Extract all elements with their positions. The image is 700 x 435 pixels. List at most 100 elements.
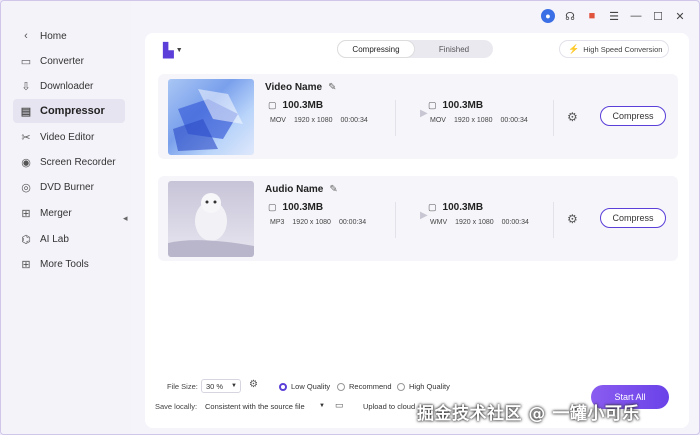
target-info: ▢ 100.3MB WMV 1920 x 1080 00:00:34	[428, 202, 554, 238]
target-size: 100.3MB	[442, 202, 484, 213]
headset-icon[interactable]: ☊	[559, 8, 581, 24]
target-resolution: 1920 x 1080	[455, 219, 494, 226]
radio-button	[337, 382, 345, 391]
collapse-sidebar-icon[interactable]: ◂	[123, 213, 128, 224]
lightning-icon: ⚡	[568, 43, 580, 54]
source-format: MOV	[270, 117, 286, 124]
sidebar-item-screen-recorder[interactable]: ◉ Screen Recorder	[13, 150, 125, 174]
tab-compressing[interactable]: Compressing	[337, 40, 415, 58]
sidebar-item-label: AI Lab	[40, 233, 69, 245]
source-resolution: 1920 x 1080	[292, 219, 331, 226]
sidebar-item-label: More Tools	[40, 258, 89, 270]
source-info: ▢ 100.3MB MOV 1920 x 1080 00:00:34	[268, 100, 396, 136]
upload-to-cloud-label[interactable]: Upload to cloud	[363, 402, 415, 411]
source-duration: 00:00:34	[338, 219, 367, 226]
target-format: WMV	[430, 219, 448, 226]
file-card: Audio Name ✎ ▢ 100.3MB MP3 1920 x 1080 00…	[158, 176, 678, 261]
menu-icon[interactable]: ☰	[603, 8, 625, 24]
radio-high-quality[interactable]: High Quality	[397, 382, 450, 391]
dvd-icon: ◎	[21, 181, 31, 194]
ai-lab-icon: ⌬	[21, 233, 31, 246]
screen-recorder-icon: ◉	[21, 156, 31, 169]
compress-button[interactable]: Compress	[600, 208, 666, 228]
file-settings-icon[interactable]: ⚙	[567, 212, 578, 226]
audio-thumbnail	[168, 181, 254, 257]
file-name: Video Name ✎	[265, 82, 336, 93]
more-tools-icon: ⊞	[21, 258, 31, 271]
source-info: ▢ 100.3MB MP3 1920 x 1080 00:00:34	[268, 202, 396, 238]
sidebar-item-merger[interactable]: ⊞ Merger	[13, 201, 125, 225]
high-speed-conversion-toggle[interactable]: ⚡ High Speed Conversion	[559, 40, 669, 58]
folder-icon: ▢	[428, 100, 437, 110]
source-resolution: 1920 x 1080	[293, 117, 333, 124]
sidebar-item-downloader[interactable]: ⇩ Downloader	[13, 74, 125, 98]
file-name: Audio Name ✎	[265, 184, 338, 195]
chevron-down-icon: ▼	[175, 46, 183, 54]
target-format: MOV	[430, 117, 446, 124]
radio-low-quality[interactable]: Low Quality	[279, 382, 330, 391]
gift-icon[interactable]: ■	[581, 8, 603, 24]
minimize-icon[interactable]: —	[625, 8, 647, 24]
sidebar-item-label: Home	[40, 30, 67, 42]
add-files-button[interactable]: ▙ ▼	[163, 41, 189, 59]
sidebar-item-label: Compressor	[40, 105, 105, 117]
sidebar-item-label: DVD Burner	[40, 181, 94, 193]
edit-icon[interactable]: ✎	[328, 82, 336, 93]
sidebar-item-home[interactable]: ‹ Home	[13, 24, 125, 48]
add-file-icon: ▙	[163, 41, 174, 58]
file-name-text: Video Name	[265, 82, 323, 93]
sidebar-item-label: Converter	[40, 55, 84, 67]
status-tabs: Compressing Finished	[337, 40, 493, 58]
target-duration: 00:00:34	[501, 219, 529, 226]
folder-icon: ▢	[268, 100, 277, 110]
sidebar-item-compressor[interactable]: ▤ Compressor	[13, 99, 125, 123]
sidebar-item-label: Screen Recorder	[40, 156, 116, 168]
merger-icon: ⊞	[21, 207, 31, 220]
file-name-text: Audio Name	[265, 184, 324, 195]
save-location-select[interactable]: Consistent with the source file ▼	[201, 399, 325, 413]
file-size-select[interactable]: 30 % ▼	[201, 379, 241, 393]
sidebar-item-video-editor[interactable]: ✂ Video Editor	[13, 125, 125, 149]
sidebar-item-dvd-burner[interactable]: ◎ DVD Burner	[13, 175, 125, 199]
radio-recommend[interactable]: Recommend	[337, 382, 392, 391]
titlebar-controls: ● ☊ ■ ☰ — ☐ ✕	[537, 8, 691, 24]
radio-label: Recommend	[349, 382, 392, 391]
high-speed-label: High Speed Conversion	[583, 44, 663, 54]
arrow-right-icon: ▶	[420, 210, 428, 221]
watermark-text: 掘金技术社区 @ 一罐小可乐	[417, 404, 640, 424]
maximize-icon[interactable]: ☐	[647, 8, 669, 24]
compressor-icon: ▤	[20, 105, 32, 118]
chevron-down-icon: ▼	[319, 403, 325, 409]
open-folder-icon[interactable]: ▭	[335, 400, 344, 411]
edit-icon[interactable]: ✎	[329, 184, 337, 195]
account-icon[interactable]: ●	[537, 8, 559, 24]
radio-label: Low Quality	[291, 382, 331, 391]
folder-icon: ▢	[428, 202, 437, 212]
file-size-value: 30 %	[206, 381, 224, 391]
close-icon[interactable]: ✕	[669, 8, 691, 24]
source-size: 100.3MB	[282, 202, 324, 213]
folder-icon: ▢	[268, 202, 277, 212]
size-settings-icon[interactable]: ⚙	[249, 379, 258, 390]
source-size: 100.3MB	[282, 100, 324, 111]
sidebar: ‹ Home ▭ Converter ⇩ Downloader ▤ Compre…	[1, 1, 131, 434]
sidebar-item-converter[interactable]: ▭ Converter	[13, 49, 125, 73]
compress-button[interactable]: Compress	[600, 106, 666, 126]
target-duration: 00:00:34	[500, 117, 528, 124]
sidebar-item-label: Video Editor	[40, 131, 95, 143]
sidebar-item-more-tools[interactable]: ⊞ More Tools	[13, 252, 125, 276]
sidebar-item-label: Downloader	[40, 80, 94, 92]
converter-icon: ▭	[20, 55, 32, 68]
arrow-right-icon: ▶	[420, 108, 428, 119]
file-settings-icon[interactable]: ⚙	[567, 110, 578, 124]
scissors-icon: ✂	[21, 131, 31, 144]
save-locally-label: Save locally:	[155, 402, 198, 411]
sidebar-item-label: Merger	[40, 207, 72, 219]
sidebar-item-ai-lab[interactable]: ⌬ AI Lab	[13, 227, 125, 251]
video-thumbnail	[168, 79, 254, 155]
save-location-value: Consistent with the source file	[205, 401, 305, 411]
chevron-down-icon: ▼	[231, 383, 237, 389]
compressor-panel: ▙ ▼ Compressing Finished ⚡ High Speed Con…	[145, 33, 689, 428]
back-arrow-icon: ‹	[24, 30, 28, 42]
tab-finished[interactable]: Finished	[415, 40, 493, 58]
